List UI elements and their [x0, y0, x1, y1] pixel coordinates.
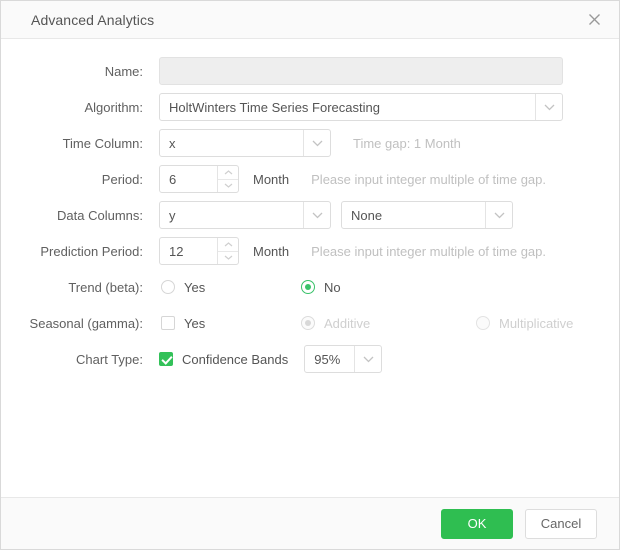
trend-radio-yes-label: Yes — [184, 279, 206, 295]
row-period: Period: 6 Month Please input integer mul… — [1, 161, 619, 197]
row-prediction-period: Prediction Period: 12 Month Please input… — [1, 233, 619, 269]
confidence-bands-checkbox[interactable]: Confidence Bands — [159, 352, 288, 367]
chevron-down-icon — [303, 130, 330, 156]
data-column-secondary-select[interactable]: None — [341, 201, 513, 229]
ok-button[interactable]: OK — [441, 508, 513, 539]
period-hint: Please input integer multiple of time ga… — [311, 171, 546, 187]
trend-radio-no-label: No — [324, 279, 341, 295]
time-column-select[interactable]: x — [159, 129, 331, 157]
prediction-period-unit: Month — [253, 243, 290, 259]
row-time-column: Time Column: x Time gap: 1 Month — [1, 125, 619, 161]
name-input[interactable] — [159, 57, 563, 85]
field-area-name — [159, 57, 619, 85]
label-prediction-period: Prediction Period: — [40, 243, 143, 259]
chevron-down-icon — [485, 202, 512, 228]
seasonal-checkbox-yes[interactable]: Yes — [161, 316, 301, 331]
trend-radio-no[interactable]: No — [301, 280, 476, 295]
row-chart-type: Chart Type: Confidence Bands 95% — [1, 341, 619, 377]
checkbox-checked-icon — [159, 352, 173, 366]
chevron-down-icon — [535, 94, 562, 120]
chevron-down-icon[interactable] — [218, 252, 238, 265]
trend-radio-yes[interactable]: Yes — [161, 280, 301, 295]
prediction-period-hint: Please input integer multiple of time ga… — [311, 243, 546, 259]
confidence-bands-label: Confidence Bands — [182, 351, 289, 367]
confidence-level-value: 95% — [314, 351, 341, 367]
dialog-body: Name: Algorithm: HoltWinters Time Series… — [1, 39, 619, 497]
seasonal-radio-additive: Additive — [301, 316, 476, 331]
field-area-trend: Yes No — [159, 280, 619, 295]
radio-icon — [161, 280, 175, 294]
seasonal-radio-multiplicative: Multiplicative — [476, 316, 573, 331]
field-area-prediction-period: 12 Month Please input integer multiple o… — [159, 237, 619, 265]
data-column-secondary-value: None — [351, 207, 383, 223]
data-column-primary-value: y — [169, 207, 176, 223]
algorithm-select-value: HoltWinters Time Series Forecasting — [169, 99, 380, 115]
label-trend: Trend (beta): — [68, 279, 143, 295]
label-period: Period: — [101, 171, 143, 187]
period-stepper[interactable]: 6 — [159, 165, 239, 193]
checkbox-icon — [161, 316, 175, 330]
prediction-period-stepper[interactable]: 12 — [159, 237, 239, 265]
cancel-button[interactable]: Cancel — [525, 508, 597, 539]
algorithm-select[interactable]: HoltWinters Time Series Forecasting — [159, 93, 563, 121]
period-spin-buttons — [217, 166, 238, 192]
radio-selected-icon — [301, 280, 315, 294]
page-title: Advanced Analytics — [31, 11, 155, 28]
close-icon[interactable] — [583, 9, 605, 31]
chevron-up-icon[interactable] — [218, 238, 238, 252]
field-area-algorithm: HoltWinters Time Series Forecasting — [159, 93, 619, 121]
field-area-seasonal: Yes Additive Multiplicative — [159, 316, 619, 331]
row-data-columns: Data Columns: y None — [1, 197, 619, 233]
time-gap-text: Time gap: 1 Month — [353, 135, 461, 151]
field-area-period: 6 Month Please input integer multiple of… — [159, 165, 619, 193]
dialog-footer: OK Cancel — [1, 497, 619, 549]
row-name: Name: — [1, 53, 619, 89]
data-column-primary-select[interactable]: y — [159, 201, 331, 229]
label-chart-type: Chart Type: — [76, 351, 143, 367]
confidence-level-select[interactable]: 95% — [304, 345, 383, 373]
seasonal-radio-additive-label: Additive — [324, 315, 371, 331]
chevron-down-icon — [303, 202, 330, 228]
seasonal-radio-multiplicative-label: Multiplicative — [499, 315, 574, 331]
field-area-time-column: x Time gap: 1 Month — [159, 129, 619, 157]
period-input-value[interactable]: 6 — [160, 166, 217, 192]
chevron-down-icon[interactable] — [218, 180, 238, 193]
chevron-up-icon[interactable] — [218, 166, 238, 180]
radio-selected-icon — [301, 316, 315, 330]
row-seasonal: Seasonal (gamma): Yes Additive Multiplic… — [1, 305, 619, 341]
prediction-period-input-value[interactable]: 12 — [160, 238, 217, 264]
radio-icon — [476, 316, 490, 330]
time-column-select-value: x — [169, 135, 176, 151]
advanced-analytics-dialog: Advanced Analytics Name: Algorithm: Holt — [0, 0, 620, 550]
prediction-period-spin-buttons — [217, 238, 238, 264]
period-unit: Month — [253, 171, 290, 187]
label-time-column: Time Column: — [62, 135, 143, 151]
label-algorithm: Algorithm: — [84, 99, 143, 115]
field-area-chart-type: Confidence Bands 95% — [159, 345, 619, 373]
row-trend: Trend (beta): Yes No — [1, 269, 619, 305]
chevron-down-icon — [354, 346, 381, 372]
field-area-data-columns: y None — [159, 201, 619, 229]
seasonal-checkbox-yes-label: Yes — [184, 315, 206, 331]
row-algorithm: Algorithm: HoltWinters Time Series Forec… — [1, 89, 619, 125]
label-seasonal: Seasonal (gamma): — [29, 315, 143, 331]
label-name: Name: — [104, 63, 143, 79]
dialog-header: Advanced Analytics — [1, 1, 619, 39]
label-data-columns: Data Columns: — [57, 207, 143, 223]
